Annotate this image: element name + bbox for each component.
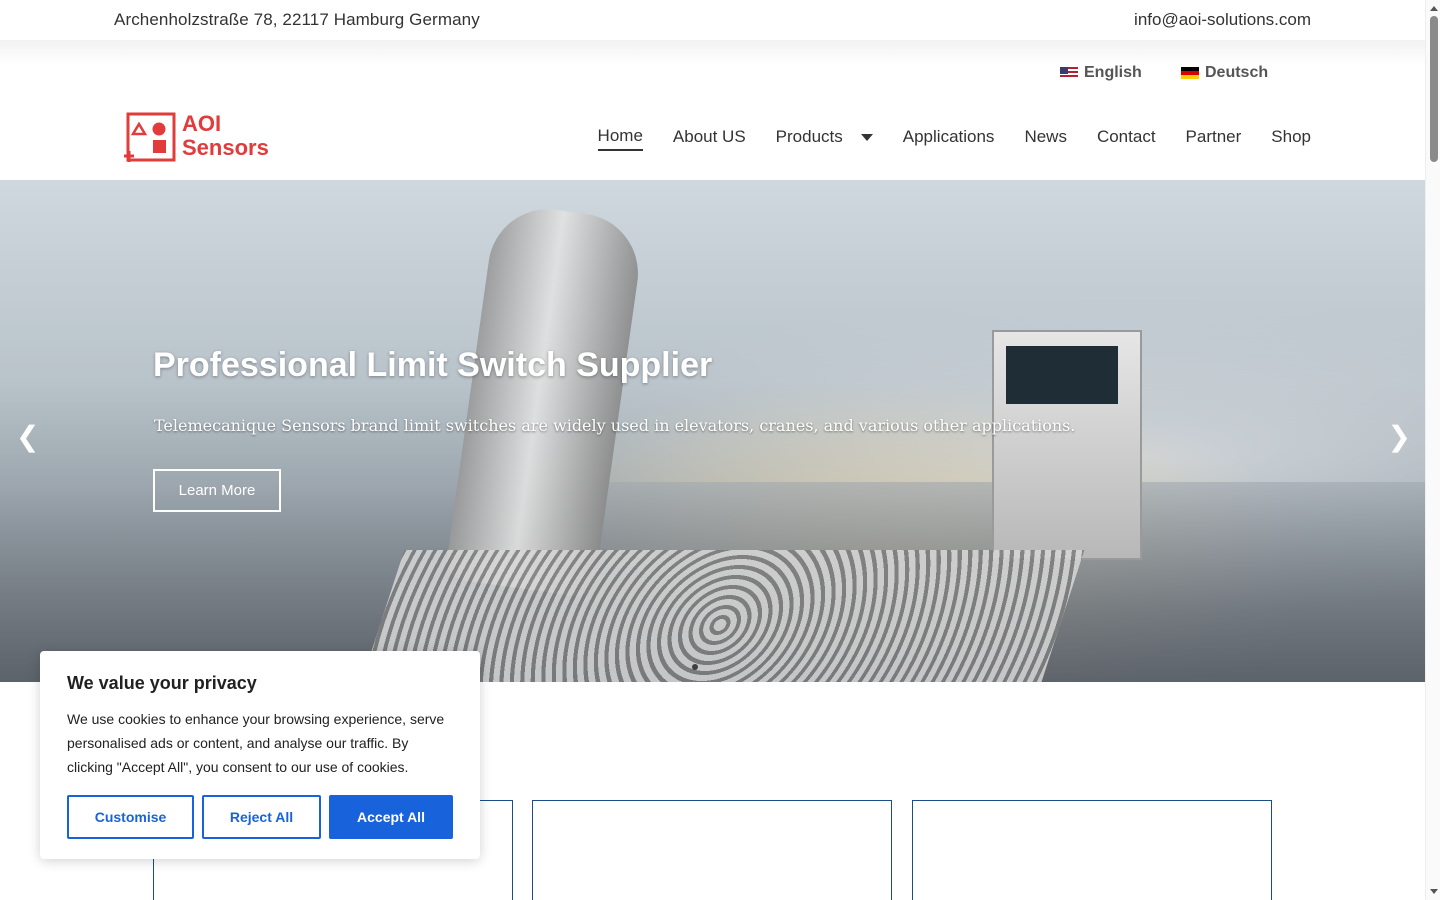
hero-image-screen	[1006, 346, 1118, 404]
cookie-consent-banner: We value your privacy We use cookies to …	[40, 651, 480, 859]
hero-title: Professional Limit Switch Supplier	[153, 346, 713, 384]
main-nav: Home About US Products Applications News…	[568, 126, 1311, 151]
scroll-up-icon[interactable]	[1430, 6, 1438, 11]
logo-text-sensors: Sensors	[182, 135, 269, 160]
language-deutsch[interactable]: Deutsch	[1181, 64, 1268, 82]
logo-text-aoi: AOI	[182, 111, 222, 136]
us-flag-icon	[1060, 67, 1078, 79]
nav-partner[interactable]: Partner	[1186, 126, 1242, 151]
logo-mark-icon	[124, 112, 176, 162]
address-text: Archenholzstraße 78, 22117 Hamburg Germa…	[114, 10, 480, 29]
nav-contact[interactable]: Contact	[1097, 126, 1156, 151]
nav-products[interactable]: Products	[776, 126, 873, 151]
cookie-title: We value your privacy	[67, 673, 257, 693]
site-logo[interactable]: AOI Sensors	[120, 110, 280, 168]
page-scrollbar[interactable]	[1425, 0, 1440, 900]
chevron-left-icon[interactable]: ❮	[16, 420, 39, 453]
nav-shop[interactable]: Shop	[1271, 126, 1311, 151]
site-header: AOI Sensors Home About US Products Appli…	[0, 102, 1425, 180]
nav-products-label: Products	[775, 127, 843, 146]
de-flag-icon	[1181, 67, 1199, 79]
language-english-label: English	[1084, 64, 1142, 81]
learn-more-button[interactable]: Learn More	[153, 469, 281, 512]
hero-slider: Professional Limit Switch Supplier Telem…	[0, 180, 1425, 682]
hero-image-control-panel	[992, 330, 1142, 560]
nav-applications[interactable]: Applications	[903, 126, 995, 151]
cookie-body: We use cookies to enhance your browsing …	[67, 711, 445, 775]
accept-all-button[interactable]: Accept All	[329, 795, 453, 839]
nav-about-us[interactable]: About US	[673, 126, 746, 151]
nav-home[interactable]: Home	[597, 126, 643, 151]
chevron-right-icon[interactable]: ❯	[1388, 420, 1411, 453]
scrollbar-thumb[interactable]	[1430, 16, 1438, 162]
language-switcher: English Deutsch	[0, 40, 1425, 102]
caret-down-icon[interactable]	[860, 133, 873, 141]
language-deutsch-label: Deutsch	[1205, 64, 1269, 81]
email-link[interactable]: info@aoi-solutions.com	[1134, 10, 1311, 30]
slider-dots	[692, 664, 698, 670]
product-card[interactable]	[532, 800, 892, 900]
top-info-bar: Archenholzstraße 78, 22117 Hamburg Germa…	[0, 0, 1425, 40]
slider-dot[interactable]	[692, 664, 698, 670]
hero-subtitle: Telemecanique Sensors brand limit switch…	[154, 416, 1076, 435]
customise-button[interactable]: Customise	[67, 795, 194, 839]
product-card[interactable]	[912, 800, 1272, 900]
nav-news[interactable]: News	[1024, 126, 1067, 151]
language-english[interactable]: English	[1060, 64, 1142, 82]
reject-all-button[interactable]: Reject All	[202, 795, 321, 839]
scroll-down-icon[interactable]	[1430, 889, 1438, 894]
